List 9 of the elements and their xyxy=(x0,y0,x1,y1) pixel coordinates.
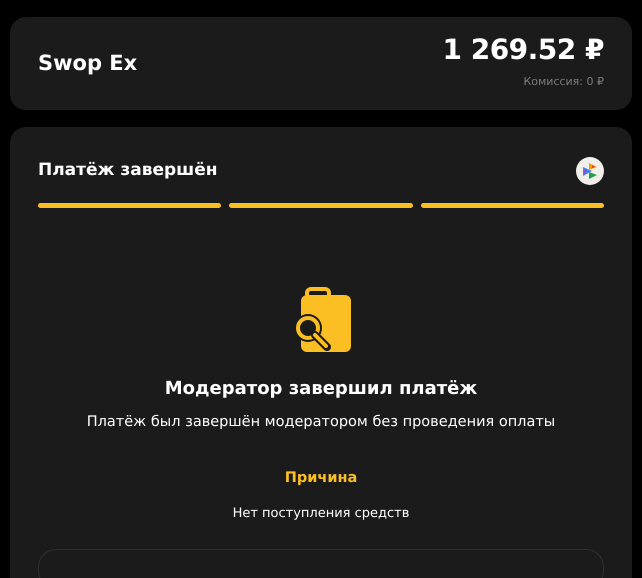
result-heading: Модератор завершил платёж xyxy=(164,377,478,401)
payment-status-title: Платёж завершён xyxy=(38,159,218,182)
result-description: Платёж был завершён модератором без проведения оплаты xyxy=(86,413,556,432)
commission-text: Комиссия: 0 ₽ xyxy=(522,74,604,90)
logo-icon xyxy=(576,157,604,185)
payment-amount: 1 269.52 ₽ xyxy=(442,36,604,64)
reason-text: Нет поступления средств xyxy=(232,504,410,522)
merchant-name: Swop Ex xyxy=(38,50,138,77)
reason-label: Причина xyxy=(284,468,358,488)
